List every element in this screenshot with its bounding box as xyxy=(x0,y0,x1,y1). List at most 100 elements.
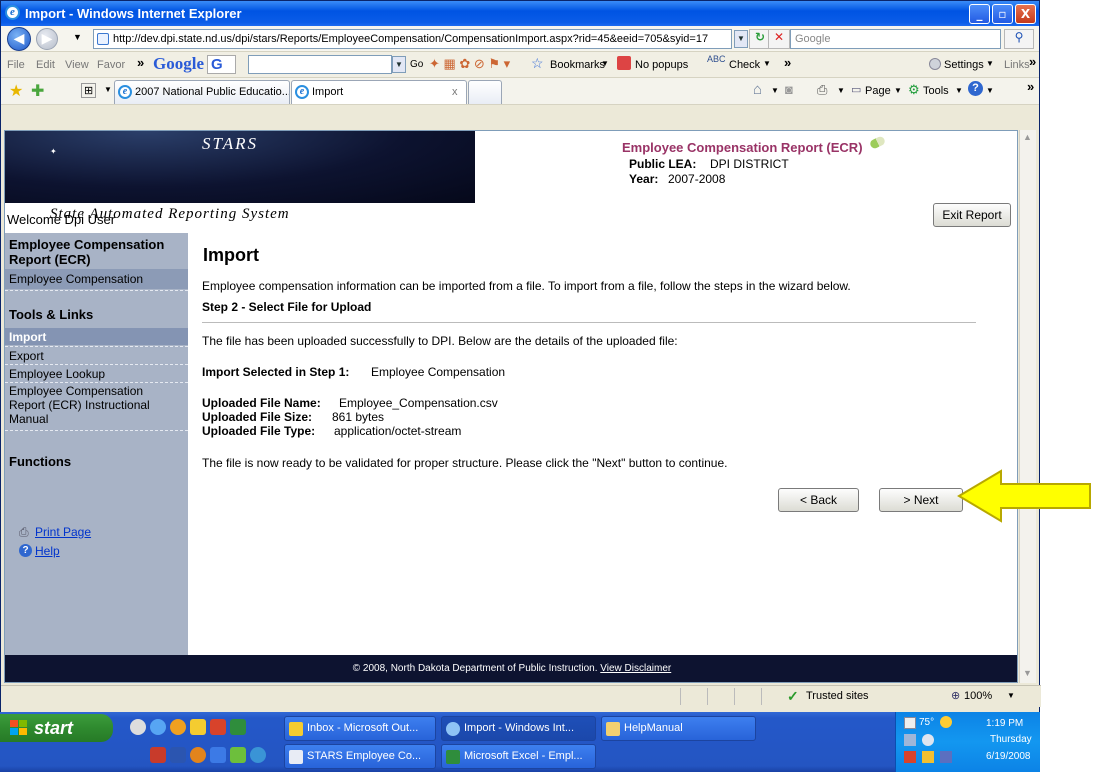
quick-tabs-icon[interactable]: ⊞ xyxy=(81,83,97,98)
tab-list-dropdown-icon[interactable]: ▼ xyxy=(104,85,112,94)
taskbar: start Inbox - Microsoft Out... Import - … xyxy=(0,712,1040,772)
search-input[interactable]: Google xyxy=(790,29,1001,49)
tray-monitor-icon[interactable] xyxy=(940,751,952,763)
quicklaunch-messenger-icon[interactable] xyxy=(170,719,186,735)
links-button[interactable]: Links xyxy=(1004,59,1030,71)
menu-favorites[interactable]: Favor xyxy=(97,59,125,71)
maximize-button[interactable]: ▫ xyxy=(992,4,1013,24)
tab-close-icon[interactable]: x xyxy=(452,81,458,103)
excel-icon xyxy=(446,750,460,764)
help-link[interactable]: Help xyxy=(35,544,60,558)
bookmarks-dropdown-icon[interactable]: ▼ xyxy=(601,59,609,68)
tray-lock-icon[interactable] xyxy=(922,751,934,763)
print-icon[interactable]: ⎙ xyxy=(817,82,827,98)
address-input[interactable]: http://dev.dpi.state.nd.us/dpi/stars/Rep… xyxy=(93,29,732,49)
quicklaunch-star-icon[interactable] xyxy=(210,747,226,763)
minimize-button[interactable]: _ xyxy=(969,4,990,24)
tray-weather-icon[interactable] xyxy=(904,717,916,729)
tools-menu-button[interactable]: Tools xyxy=(923,85,949,97)
toolbar-overflow-icon[interactable]: » xyxy=(784,55,791,70)
taskbar-ie-import[interactable]: Import - Windows Int... xyxy=(441,716,596,741)
taskbar-helpmanual[interactable]: HelpManual xyxy=(601,716,756,741)
quicklaunch-globe-icon[interactable] xyxy=(250,747,266,763)
home-icon[interactable]: ⌂ xyxy=(753,81,762,98)
quicklaunch-chrome-icon[interactable] xyxy=(130,719,146,735)
search-button[interactable]: ⚲ xyxy=(1004,29,1034,49)
menu-view[interactable]: View xyxy=(65,59,89,71)
google-button[interactable]: G xyxy=(207,55,236,74)
quicklaunch-puzzle-icon[interactable] xyxy=(230,747,246,763)
quicklaunch-excel-icon[interactable] xyxy=(230,719,246,735)
view-disclaimer-link[interactable]: View Disclaimer xyxy=(600,663,671,674)
help-dropdown-icon[interactable]: ▼ xyxy=(986,86,994,95)
history-dropdown-icon[interactable]: ▼ xyxy=(73,32,82,42)
scroll-up-icon[interactable]: ▲ xyxy=(1023,132,1032,142)
tray-shield-icon[interactable] xyxy=(904,751,916,763)
page-dropdown-icon[interactable]: ▼ xyxy=(894,86,902,95)
google-search-select[interactable] xyxy=(248,55,392,74)
new-tab-button[interactable] xyxy=(468,80,502,104)
zoom-dropdown-icon[interactable]: ▼ xyxy=(1007,691,1015,700)
intro-text: Employee compensation information can be… xyxy=(202,279,851,293)
print-page-link[interactable]: Print Page xyxy=(35,525,91,539)
start-button[interactable]: start xyxy=(0,714,113,742)
zoom-level[interactable]: 100% xyxy=(964,690,992,702)
settings-dropdown-icon[interactable]: ▼ xyxy=(986,59,994,68)
links-overflow-icon[interactable]: » xyxy=(1029,54,1036,69)
sidebar-item-export[interactable]: Export xyxy=(9,349,44,363)
back-button[interactable]: ◀ xyxy=(7,27,31,51)
spellcheck-button[interactable]: Check xyxy=(729,59,760,71)
quicklaunch-word-icon[interactable] xyxy=(170,747,186,763)
tray-network-icon[interactable] xyxy=(904,734,916,746)
settings-button[interactable]: Settings xyxy=(944,59,984,71)
menu-file[interactable]: File xyxy=(7,59,25,71)
vertical-scrollbar[interactable]: ▲ ▼ xyxy=(1019,130,1036,683)
quicklaunch-ie-icon[interactable] xyxy=(150,719,166,735)
print-dropdown-icon[interactable]: ▼ xyxy=(837,86,845,95)
page-menu-button[interactable]: Page xyxy=(865,85,891,97)
next-button[interactable]: > Next xyxy=(879,488,963,512)
popup-blocker-button[interactable]: No popups xyxy=(635,59,688,71)
quicklaunch-access-icon[interactable] xyxy=(150,747,166,763)
check-dropdown-icon[interactable]: ▼ xyxy=(763,59,771,68)
commandbar-overflow-icon[interactable]: » xyxy=(1027,79,1034,94)
bookmarks-button[interactable]: Bookmarks xyxy=(550,59,605,71)
tab-import[interactable]: e Import x xyxy=(291,80,467,104)
quicklaunch-powerpoint-icon[interactable] xyxy=(210,719,226,735)
quicklaunch-outlook-icon[interactable] xyxy=(190,719,206,735)
bookmarks-star-icon[interactable]: ☆ xyxy=(531,55,544,72)
menu-overflow-icon[interactable]: » xyxy=(137,55,144,70)
taskbar-outlook[interactable]: Inbox - Microsoft Out... xyxy=(284,716,436,741)
google-tool-icons[interactable]: ✦ ▦ ✿ ⊘ ⚑ ▾ xyxy=(429,56,510,72)
sidebar-item-instructional-manual[interactable]: Employee Compensation Report (ECR) Instr… xyxy=(9,384,179,426)
sidebar-item-import[interactable]: Import xyxy=(9,330,46,344)
back-button[interactable]: < Back xyxy=(778,488,859,512)
google-search-dropdown-icon[interactable]: ▼ xyxy=(392,56,406,73)
sidebar-item-employee-lookup[interactable]: Employee Lookup xyxy=(9,367,105,381)
sidebar-item-employee-compensation[interactable]: Employee Compensation xyxy=(9,272,143,286)
tab-national-education[interactable]: e 2007 National Public Educatio... xyxy=(114,80,290,104)
google-go-button[interactable]: Go xyxy=(410,59,423,70)
scroll-down-icon[interactable]: ▼ xyxy=(1023,668,1032,678)
taskbar-stars-doc[interactable]: STARS Employee Co... xyxy=(284,744,436,769)
taskbar-ie-label: Import - Windows Int... xyxy=(464,722,575,734)
quicklaunch-media-icon[interactable] xyxy=(190,747,206,763)
title-bar[interactable]: e Import - Windows Internet Explorer _ ▫… xyxy=(1,1,1039,26)
close-button[interactable]: X xyxy=(1015,4,1036,24)
tray-volume-icon[interactable] xyxy=(922,734,934,746)
favorites-star-icon[interactable]: ★ xyxy=(9,81,23,101)
feeds-icon[interactable]: ◙ xyxy=(785,82,793,97)
exit-report-button[interactable]: Exit Report xyxy=(933,203,1011,227)
security-zone[interactable]: Trusted sites xyxy=(806,690,869,702)
tools-dropdown-icon[interactable]: ▼ xyxy=(955,86,963,95)
taskbar-excel[interactable]: Microsoft Excel - Empl... xyxy=(441,744,596,769)
menu-edit[interactable]: Edit xyxy=(36,59,55,71)
lea-value: DPI DISTRICT xyxy=(710,157,789,171)
address-dropdown-icon[interactable]: ▼ xyxy=(734,30,748,48)
clock-time[interactable]: 1:19 PM xyxy=(986,718,1023,729)
stop-button[interactable]: ✕ xyxy=(768,29,790,49)
help-menu-icon[interactable]: ? xyxy=(968,81,983,96)
add-favorites-icon[interactable]: ✚ xyxy=(31,81,44,101)
home-dropdown-icon[interactable]: ▼ xyxy=(771,86,779,95)
forward-button[interactable]: ▶ xyxy=(36,28,58,50)
